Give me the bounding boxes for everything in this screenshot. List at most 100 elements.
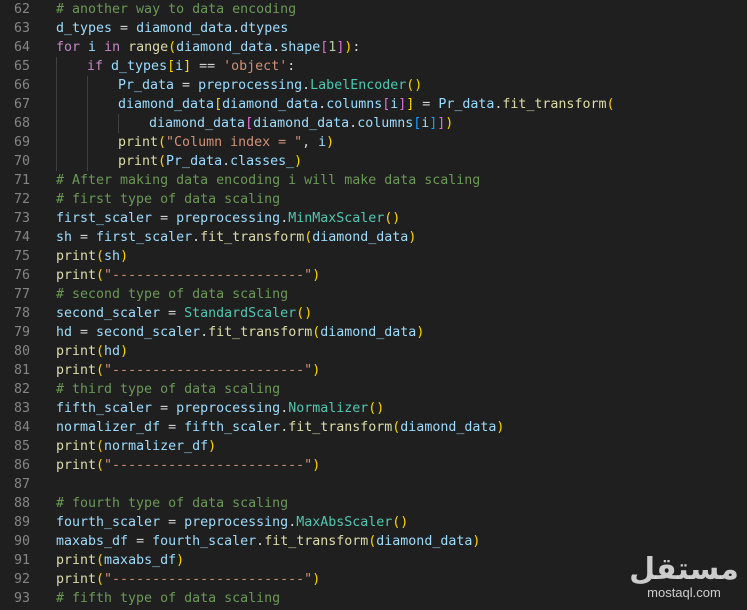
code-token: # fourth type of data scaling: [56, 496, 289, 511]
code-token: diamond_data: [149, 116, 246, 131]
code-token: (): [368, 401, 385, 416]
code-line[interactable]: 86 print("------------------------"): [0, 456, 747, 475]
code-line[interactable]: 73 first_scaler = preprocessing.MinMaxSca…: [0, 209, 747, 228]
code-text: print(hd): [56, 342, 128, 361]
code-token: (: [96, 344, 105, 359]
indent-guide: [87, 95, 88, 114]
code-token: maxabs_df: [104, 553, 177, 568]
line-number: 70: [13, 154, 30, 169]
code-token: i: [175, 59, 184, 74]
code-token: :: [352, 40, 361, 55]
code-token: .: [280, 401, 289, 416]
code-line[interactable]: 64 for i in range(diamond_data.shape[1]):: [0, 38, 747, 57]
code-line[interactable]: 63 d_types = diamond_data.dtypes: [0, 19, 747, 38]
code-token: range: [128, 40, 169, 55]
code-line[interactable]: 71 # After making data encoding i will ma…: [0, 171, 747, 190]
code-line[interactable]: 68 diamond_data[diamond_data.columns[i]]): [0, 114, 747, 133]
code-line[interactable]: 81 print("------------------------"): [0, 361, 747, 380]
code-line[interactable]: 89 fourth_scaler = preprocessing.MaxAbsSc…: [0, 513, 747, 532]
code-text: print("------------------------"): [56, 570, 320, 589]
code-token: diamond_data: [320, 325, 417, 340]
code-token: i: [88, 40, 97, 55]
indent-guide: [87, 114, 88, 133]
code-text: # another way to data encoding: [56, 0, 296, 19]
code-token: ==: [191, 59, 224, 74]
code-token: "------------------------": [104, 572, 313, 587]
code-token: .: [200, 325, 209, 340]
code-token: hd: [56, 325, 73, 340]
code-token: =: [160, 420, 185, 435]
code-token: columns: [357, 116, 414, 131]
code-text: d_types = diamond_data.dtypes: [56, 19, 288, 38]
code-token: fourth_scaler: [56, 515, 161, 530]
code-line[interactable]: 78 second_scaler = StandardScaler(): [0, 304, 747, 323]
line-number: 84: [13, 420, 30, 435]
code-token: ): [294, 154, 303, 169]
code-line[interactable]: 88 # fourth type of data scaling: [0, 494, 747, 513]
code-token: fit_transform: [288, 420, 393, 435]
code-text: Pr_data = preprocessing.LabelEncoder(): [118, 76, 422, 95]
code-token: d_types: [111, 59, 168, 74]
code-line[interactable]: 65 if d_types[i] == 'object':: [0, 57, 747, 76]
code-text: # After making data encoding i will make…: [56, 171, 480, 190]
code-token: .: [349, 116, 358, 131]
code-token: diamond_data: [118, 97, 215, 112]
code-line[interactable]: 87: [0, 475, 747, 494]
code-line[interactable]: 84 normalizer_df = fifth_scaler.fit_trans…: [0, 418, 747, 437]
line-number: 78: [13, 306, 30, 321]
code-line[interactable]: 74 sh = first_scaler.fit_transform(diamon…: [0, 228, 747, 247]
code-line[interactable]: 83 fifth_scaler = preprocessing.Normalize…: [0, 399, 747, 418]
code-line[interactable]: 75 print(sh): [0, 247, 747, 266]
code-line[interactable]: 67 diamond_data[diamond_data.columns[i]] …: [0, 95, 747, 114]
code-line[interactable]: 77 # second type of data scaling: [0, 285, 747, 304]
code-line[interactable]: 76 print("------------------------"): [0, 266, 747, 285]
code-token: diamond_data: [312, 230, 409, 245]
code-line[interactable]: 72 # first type of data scaling: [0, 190, 747, 209]
code-token: (): [406, 78, 423, 93]
code-line[interactable]: 70 print(Pr_data.classes_): [0, 152, 747, 171]
code-line[interactable]: 79 hd = second_scaler.fit_transform(diamo…: [0, 323, 747, 342]
code-token: =: [160, 306, 185, 321]
code-editor[interactable]: 62 # another way to data encoding 63 d_type…: [0, 0, 747, 610]
line-number: 65: [13, 59, 30, 74]
code-token: [: [167, 59, 176, 74]
code-text: print("Column index = ", i): [118, 133, 334, 152]
code-token: ): [408, 230, 417, 245]
code-line[interactable]: 69 print("Column index = ", i): [0, 133, 747, 152]
line-number: 86: [13, 458, 30, 473]
code-token: (: [158, 154, 167, 169]
code-line[interactable]: 82 # third type of data scaling: [0, 380, 747, 399]
code-token: (: [96, 439, 105, 454]
code-token: [: [245, 116, 254, 131]
code-token: fit_transform: [264, 534, 369, 549]
code-line[interactable]: 85 print(normalizer_df): [0, 437, 747, 456]
code-line[interactable]: 66 Pr_data = preprocessing.LabelEncoder(): [0, 76, 747, 95]
code-token: d_types: [56, 21, 113, 36]
line-number: 85: [13, 439, 30, 454]
code-token: preprocessing: [176, 211, 281, 226]
code-token: .: [192, 230, 201, 245]
code-token: in: [104, 40, 121, 55]
code-line[interactable]: 62 # another way to data encoding: [0, 0, 747, 19]
watermark-logo: مستقل: [629, 552, 739, 587]
code-token: diamond_data: [253, 116, 350, 131]
code-token: (: [158, 135, 167, 150]
code-token: second_scaler: [56, 306, 161, 321]
code-line[interactable]: 90 maxabs_df = fourth_scaler.fit_transfor…: [0, 532, 747, 551]
code-token: diamond_data: [176, 40, 273, 55]
code-line[interactable]: 80 print(hd): [0, 342, 747, 361]
code-token: :: [287, 59, 296, 74]
code-token: print: [56, 344, 97, 359]
code-token: (): [392, 515, 409, 530]
code-token: Pr_data: [118, 78, 175, 93]
code-token: preprocessing: [176, 401, 281, 416]
line-number: 80: [13, 344, 30, 359]
line-number: 71: [13, 173, 30, 188]
code-token: "------------------------": [104, 458, 313, 473]
code-token: ): [416, 325, 425, 340]
code-token: MaxAbsScaler: [296, 515, 393, 530]
code-token: ,: [302, 135, 319, 150]
code-token: first_scaler: [56, 211, 153, 226]
code-token: =: [160, 515, 185, 530]
